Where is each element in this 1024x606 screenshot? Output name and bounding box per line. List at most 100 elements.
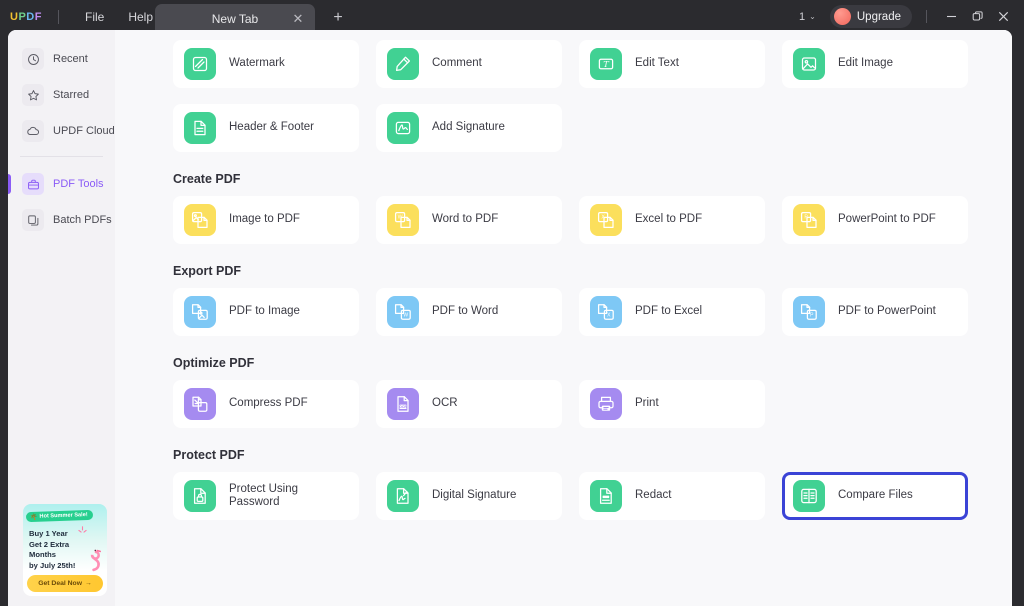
sidebar-item-starred[interactable]: Starred [16,80,107,110]
clock-icon [22,48,44,70]
pdf-to-powerpoint-icon: P [793,296,825,328]
powerpoint-to-pdf-icon: P [793,204,825,236]
tool-card-label: Edit Text [635,57,679,71]
window-count-dropdown[interactable]: 1 ⌄ [799,11,816,23]
tool-card-edit-image[interactable]: Edit Image [782,40,968,88]
tool-card-label: PDF to Image [229,305,300,319]
tool-card-powerpoint-to-pdf[interactable]: P PowerPoint to PDF [782,196,968,244]
tab-new-tab[interactable]: New Tab ✕ [155,4,315,33]
compare-files-icon [793,480,825,512]
tool-card-print[interactable]: Print [579,380,765,428]
tool-card-pdf-to-word[interactable]: WPDF to Word [376,288,562,336]
get-deal-now-button[interactable]: Get Deal Now → [27,575,103,592]
tool-card-ocr[interactable]: OCROCR [376,380,562,428]
tool-card-label: Watermark [229,57,285,71]
compress-icon [184,388,216,420]
excel-to-pdf-icon: X [590,204,622,236]
titlebar-divider [58,10,59,24]
sidebar-item-pdf-tools[interactable]: PDF Tools [16,169,107,199]
tool-card-pdf-to-powerpoint[interactable]: PPDF to PowerPoint [782,288,968,336]
image-to-pdf-icon [184,204,216,236]
tool-card-label: Add Signature [432,121,505,135]
upgrade-button[interactable]: Upgrade [830,5,912,28]
tool-card-excel-to-pdf[interactable]: X Excel to PDF [579,196,765,244]
tab-strip: New Tab ✕ + [155,3,347,33]
tool-card-header-footer[interactable]: Header & Footer [173,104,359,152]
tool-card-label: Word to PDF [432,213,498,227]
tool-card-label: PDF to Excel [635,305,702,319]
upgrade-badge-icon [834,8,851,25]
tool-card-label: Edit Image [838,57,893,71]
sidebar: Recent Starred U [8,30,115,606]
close-icon[interactable] [990,0,1016,33]
tool-card-image-to-pdf[interactable]: Image to PDF [173,196,359,244]
maximize-icon[interactable] [964,0,990,33]
tool-card-pdf-to-excel[interactable]: X PDF to Excel [579,288,765,336]
tool-card-protect-using-password[interactable]: Protect Using Password [173,472,359,520]
tool-card-label: Compare Files [838,489,913,503]
edit-image-icon [793,48,825,80]
section-title: Create PDF [173,172,1012,186]
tool-grid: Image to PDF W Word to PDF X Excel to PD… [173,196,1012,244]
tool-card-add-signature[interactable]: Add Signature [376,104,562,152]
arrow-right-icon: → [85,580,92,587]
plus-icon[interactable]: + [329,9,347,27]
sidebar-item-label: Starred [53,89,89,101]
tool-grid: PDF to Image WPDF to Word XPDF to Excel … [173,288,1012,336]
word-to-pdf-icon: W [387,204,419,236]
tools-scroll-area[interactable]: Edit PDF Watermark Comment TEdit Text Ed… [115,30,1012,540]
sparkle-icon [78,526,87,539]
close-icon[interactable]: ✕ [291,12,305,26]
redact-icon [590,480,622,512]
sidebar-item-label: Batch PDFs [53,214,112,226]
tool-card-label: OCR [432,397,458,411]
logo-letter: F [35,11,42,23]
pdf-to-excel-icon: X [590,296,622,328]
toolbox-icon [22,173,44,195]
tool-section: Export PDF PDF to Image WPDF to Word XPD… [115,264,1012,336]
tool-card-redact[interactable]: Redact [579,472,765,520]
sidebar-item-recent[interactable]: Recent [16,44,107,74]
tool-section: Protect PDF Protect Using Password Digit… [115,448,1012,520]
tool-card-word-to-pdf[interactable]: W Word to PDF [376,196,562,244]
sidebar-item-updf-cloud[interactable]: UPDF Cloud [16,116,107,146]
promo-banner[interactable]: 🌴 Hot Summer Sale! Buy 1 Year Get 2 Extr… [23,504,107,596]
section-title: Protect PDF [173,448,1012,462]
menu-file[interactable]: File [73,6,116,28]
tool-card-compress-pdf[interactable]: Compress PDF [173,380,359,428]
tool-card-label: PowerPoint to PDF [838,213,936,227]
tool-card-label: PDF to Word [432,305,498,319]
sidebar-item-batch-pdfs[interactable]: Batch PDFs [16,205,107,235]
promo-badge: 🌴 Hot Summer Sale! [26,510,93,522]
logo-letter: P [18,11,26,23]
tool-card-watermark[interactable]: Watermark [173,40,359,88]
tool-card-pdf-to-image[interactable]: PDF to Image [173,288,359,336]
promo-headline-line-2: Get 2 Extra Months [29,540,91,561]
palm-tree-icon: 🌴 [30,513,38,520]
updf-logo: U P D F [10,11,42,23]
tool-card-edit-text[interactable]: T Edit Text [579,40,765,88]
tool-grid: Protect Using Password Digital Signature… [173,472,1012,520]
tool-section: Create PDF Image to PDF W Word to PDF X … [115,172,1012,244]
tool-section: Edit PDF Watermark Comment TEdit Text Ed… [115,30,1012,152]
tool-card-label: Protect Using Password [229,483,307,510]
tool-card-label: Redact [635,489,671,503]
layers-icon [22,209,44,231]
promo-headline-line-3: by July 25th! [29,561,91,572]
sidebar-item-label: Recent [53,53,88,65]
window-count-value: 1 [799,11,805,23]
tool-card-digital-signature[interactable]: Digital Signature [376,472,562,520]
promo-badge-label: Hot Summer Sale! [39,512,87,520]
pdf-to-image-icon [184,296,216,328]
tool-card-label: Digital Signature [432,489,516,503]
watermark-icon [184,48,216,80]
sidebar-item-label: UPDF Cloud [53,125,115,137]
tool-card-compare-files[interactable]: Compare Files [782,472,968,520]
signature-icon [387,112,419,144]
minimize-icon[interactable] [938,0,964,33]
edit-text-icon: T [590,48,622,80]
tool-card-label: Excel to PDF [635,213,702,227]
window-body: Recent Starred U [8,30,1012,606]
logo-letter: U [10,11,18,23]
tool-card-comment[interactable]: Comment [376,40,562,88]
